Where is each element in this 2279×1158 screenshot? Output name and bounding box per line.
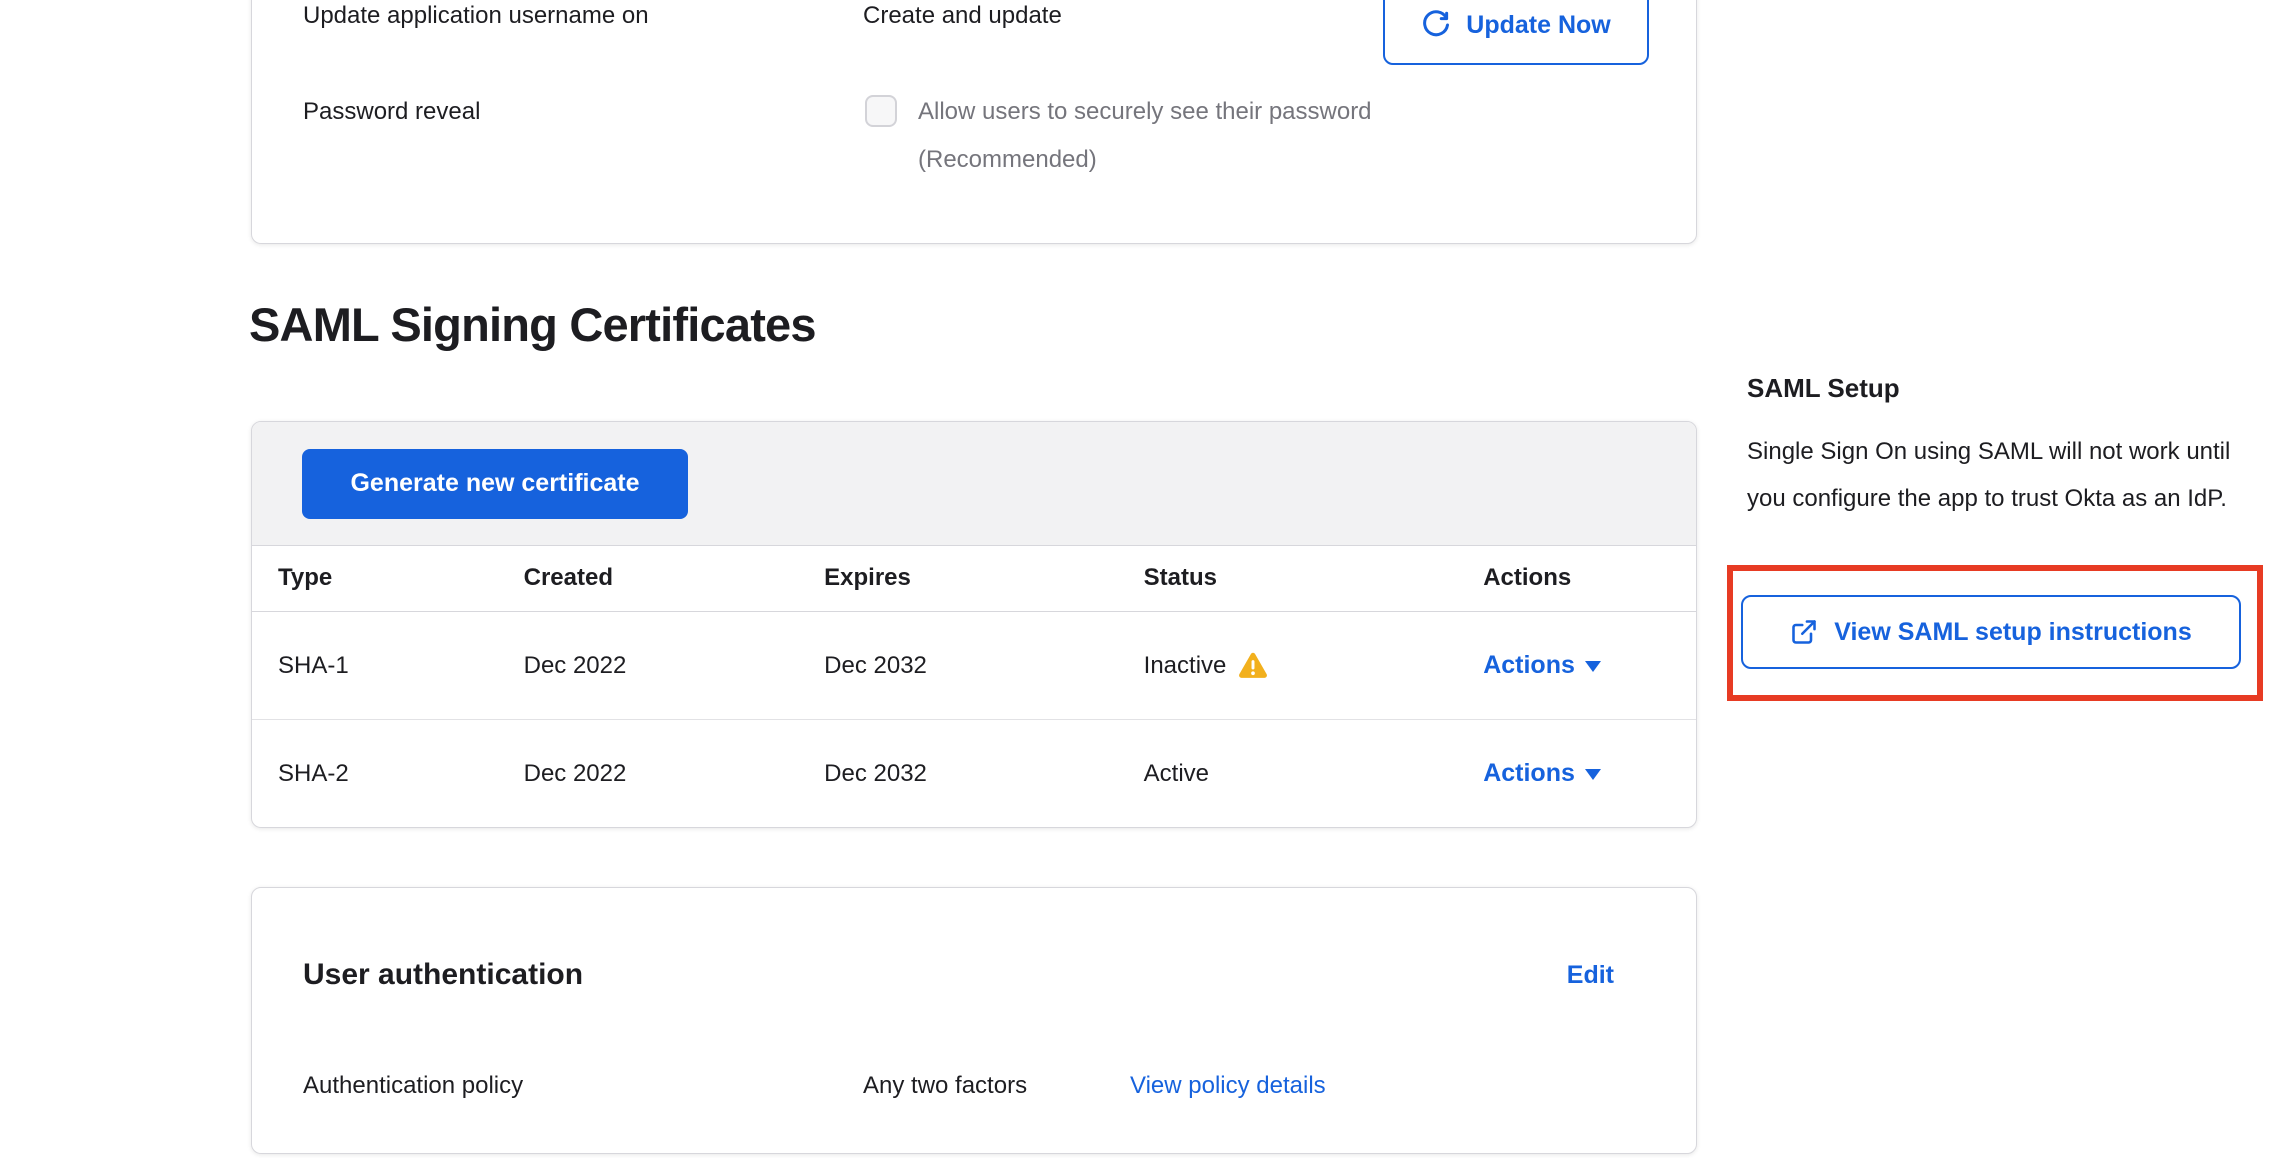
password-reveal-checkbox-text: Allow users to securely see their passwo…	[918, 97, 1372, 127]
saml-setup-heading: SAML Setup	[1747, 372, 1900, 404]
update-now-button[interactable]: Update Now	[1383, 0, 1649, 65]
password-reveal-recommended-text: (Recommended)	[918, 145, 1097, 175]
certificates-card-toolbar: Generate new certificate	[252, 422, 1696, 546]
actions-dropdown[interactable]: Actions	[1483, 650, 1601, 680]
status-text: Active	[1144, 759, 1209, 789]
col-header-created: Created	[498, 546, 799, 612]
username-update-value: Create and update	[863, 1, 1062, 31]
saml-setup-description: Single Sign On using SAML will not work …	[1747, 428, 2239, 522]
authentication-policy-value: Any two factors	[863, 1071, 1027, 1101]
edit-link[interactable]: Edit	[1567, 961, 1614, 990]
cell-actions: Actions	[1457, 612, 1696, 720]
provisioning-panel: Update application username on Create an…	[251, 0, 1697, 244]
certificates-card: Generate new certificate Type Created Ex…	[251, 421, 1697, 828]
col-header-actions: Actions	[1457, 546, 1696, 612]
table-row-sha1: SHA-1 Dec 2022 Dec 2032 Inactive	[252, 612, 1696, 720]
cell-expires: Dec 2032	[798, 720, 1118, 828]
cell-status: Inactive	[1118, 612, 1458, 720]
view-saml-setup-instructions-label: View SAML setup instructions	[1834, 618, 2191, 647]
status-text: Inactive	[1144, 651, 1227, 681]
username-update-label: Update application username on	[303, 1, 649, 31]
cell-actions: Actions	[1457, 720, 1696, 828]
certificates-table: Type Created Expires Status Actions SHA-…	[252, 546, 1696, 827]
col-header-type: Type	[252, 546, 498, 612]
actions-label: Actions	[1483, 650, 1575, 680]
password-reveal-label: Password reveal	[303, 97, 480, 127]
table-header-row: Type Created Expires Status Actions	[252, 546, 1696, 612]
caret-down-icon	[1585, 769, 1601, 780]
cell-type: SHA-1	[252, 612, 498, 720]
col-header-expires: Expires	[798, 546, 1118, 612]
saml-signing-certificates-heading: SAML Signing Certificates	[249, 297, 816, 353]
col-header-status: Status	[1118, 546, 1458, 612]
warning-icon	[1238, 652, 1268, 679]
authentication-policy-label: Authentication policy	[303, 1071, 523, 1101]
cell-expires: Dec 2032	[798, 612, 1118, 720]
actions-label: Actions	[1483, 758, 1575, 788]
user-authentication-card: User authentication Edit Authentication …	[251, 887, 1697, 1154]
cell-created: Dec 2022	[498, 720, 799, 828]
cell-type: SHA-2	[252, 720, 498, 828]
password-reveal-checkbox[interactable]	[865, 95, 897, 127]
update-now-label: Update Now	[1466, 11, 1610, 40]
generate-new-certificate-button[interactable]: Generate new certificate	[302, 449, 688, 519]
cell-status: Active	[1118, 720, 1458, 828]
table-row-sha2: SHA-2 Dec 2022 Dec 2032 Active Actions	[252, 720, 1696, 828]
view-policy-details-link[interactable]: View policy details	[1130, 1071, 1326, 1101]
actions-dropdown[interactable]: Actions	[1483, 758, 1601, 788]
caret-down-icon	[1585, 661, 1601, 672]
view-saml-setup-instructions-button[interactable]: View SAML setup instructions	[1741, 595, 2241, 669]
refresh-icon	[1421, 10, 1451, 40]
user-authentication-heading: User authentication	[303, 957, 583, 993]
external-link-icon	[1790, 618, 1818, 646]
cell-created: Dec 2022	[498, 612, 799, 720]
okta-app-settings-page: Update application username on Create an…	[0, 0, 2279, 1158]
